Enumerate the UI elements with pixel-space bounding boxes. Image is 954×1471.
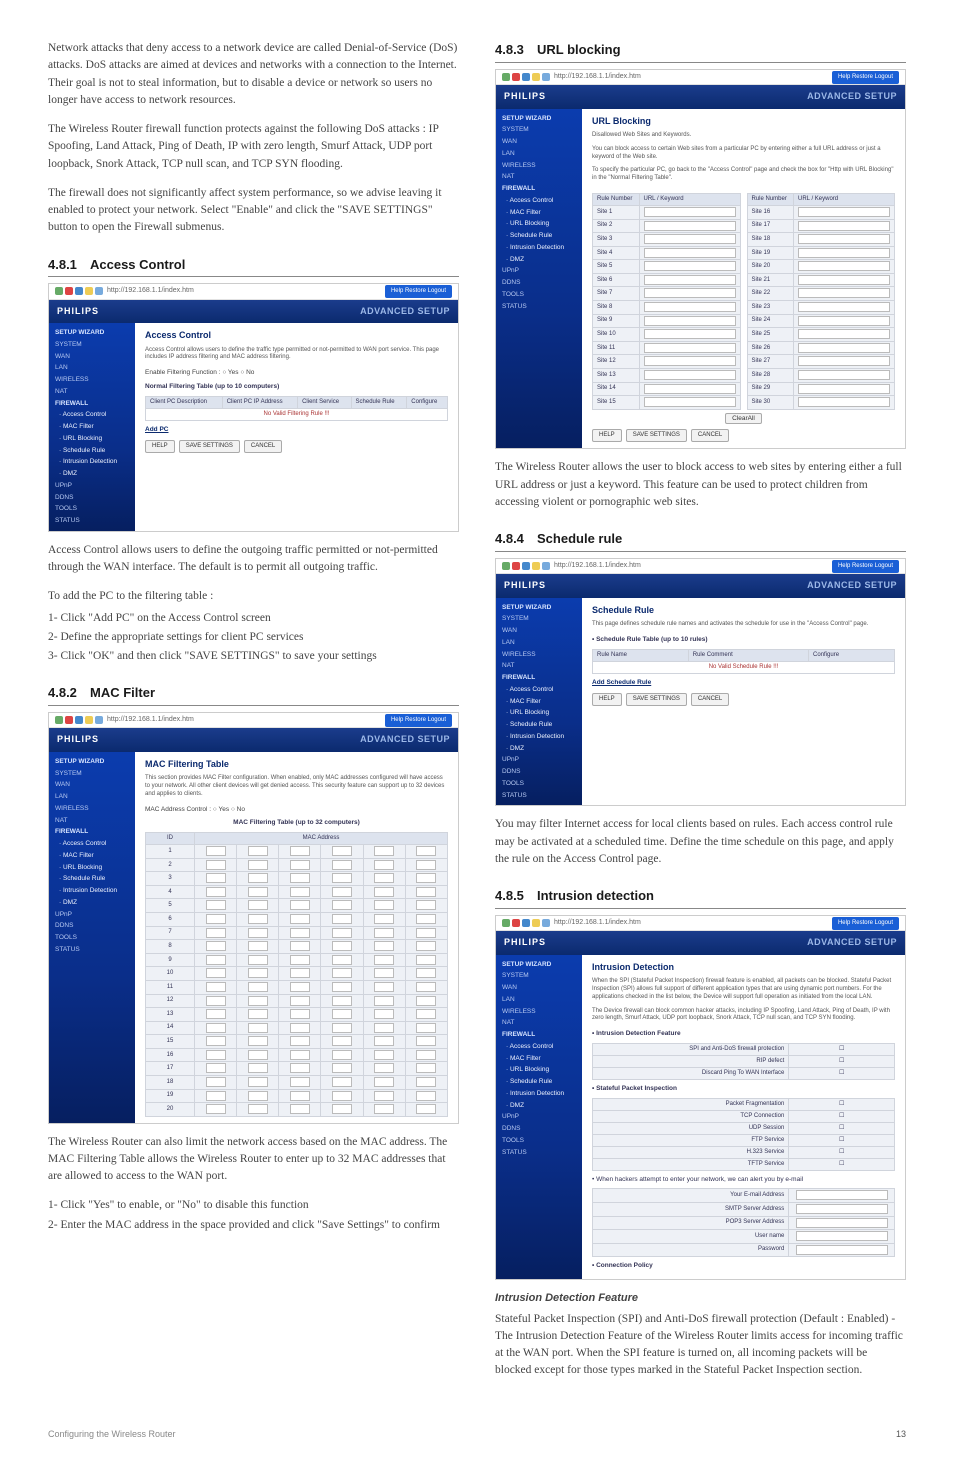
footer-left: Configuring the Wireless Router [48,1428,176,1442]
mac-desc: The Wireless Router can also limit the n… [48,1134,459,1186]
url-desc: The Wireless Router allows the user to b… [495,459,906,511]
add-pc-link[interactable]: Add PC [145,426,168,433]
help-button[interactable]: HELP [145,440,175,453]
access-control-desc: Access Control allows users to define th… [48,542,459,577]
heading-url-blocking: 4.8.3URL blocking [495,40,906,63]
screenshot-access-control: http://192.168.1.1/index.htm PHILIPS ADV… [48,283,459,532]
save-settings-button[interactable]: SAVE SETTINGS [179,440,240,453]
intro-para-3: The firewall does not significantly affe… [48,185,459,237]
heading-mac-filter: 4.8.2MAC Filter [48,683,459,706]
help-restore-logout[interactable]: Help Restore Logout [385,285,452,298]
mac-steps-list: 1- Click "Yes" to enable, or "No" to dis… [48,1197,459,1234]
screenshot-url-blocking: http://192.168.1.1/index.htm PHILIPSADVA… [495,69,906,450]
mac-table[interactable]: IDMAC Address 12345678910111213141516171… [145,832,448,1117]
screenshot-schedule-rule: http://192.168.1.1/index.htm PHILIPSADVA… [495,558,906,807]
right-column: 4.8.3URL blocking http://192.168.1.1/ind… [495,40,906,1392]
screenshot-mac-filter: http://192.168.1.1/index.htm PHILIPSADVA… [48,712,459,1124]
cancel-button[interactable]: CANCEL [244,440,282,453]
schedule-desc: You may filter Internet access for local… [495,816,906,868]
add-schedule-link[interactable]: Add Schedule Rule [592,679,651,686]
panel-title: Access Control [145,329,448,343]
idf-desc: Stateful Packet Inspection (SPI) and Ant… [495,1311,906,1380]
screenshot-intrusion-detection: http://192.168.1.1/index.htm PHILIPSADVA… [495,915,906,1280]
idf-subheading: Intrusion Detection Feature [495,1290,906,1307]
heading-intrusion-detection: 4.8.5Intrusion detection [495,886,906,909]
heading-schedule-rule: 4.8.4Schedule rule [495,529,906,552]
ac-steps-intro: To add the PC to the filtering table : [48,588,459,605]
clearall-button[interactable]: ClearAll [725,413,762,424]
intro-para-2: The Wireless Router firewall function pr… [48,121,459,173]
intro-para-1: Network attacks that deny access to a ne… [48,40,459,109]
enable-filtering-radio[interactable]: Enable Filtering Function : ○ Yes ○ No [145,368,448,378]
ac-steps-list: 1- Click "Add PC" on the Access Control … [48,610,459,666]
heading-access-control: 4.8.1Access Control [48,255,459,278]
advanced-label: ADVANCED SETUP [360,305,450,319]
filtering-table: Client PC DescriptionClient PC IP Addres… [145,396,448,421]
page-footer: Configuring the Wireless Router 13 [48,1422,906,1442]
left-column: Network attacks that deny access to a ne… [48,40,459,1392]
brand-logo: PHILIPS [57,305,99,319]
mac-control-radio[interactable]: MAC Address Control : ○ Yes ○ No [145,805,448,815]
page-number: 13 [896,1428,906,1442]
sidebar-nav[interactable]: SETUP WIZARD SYSTEM WAN LAN WIRELESS NAT… [49,323,135,531]
